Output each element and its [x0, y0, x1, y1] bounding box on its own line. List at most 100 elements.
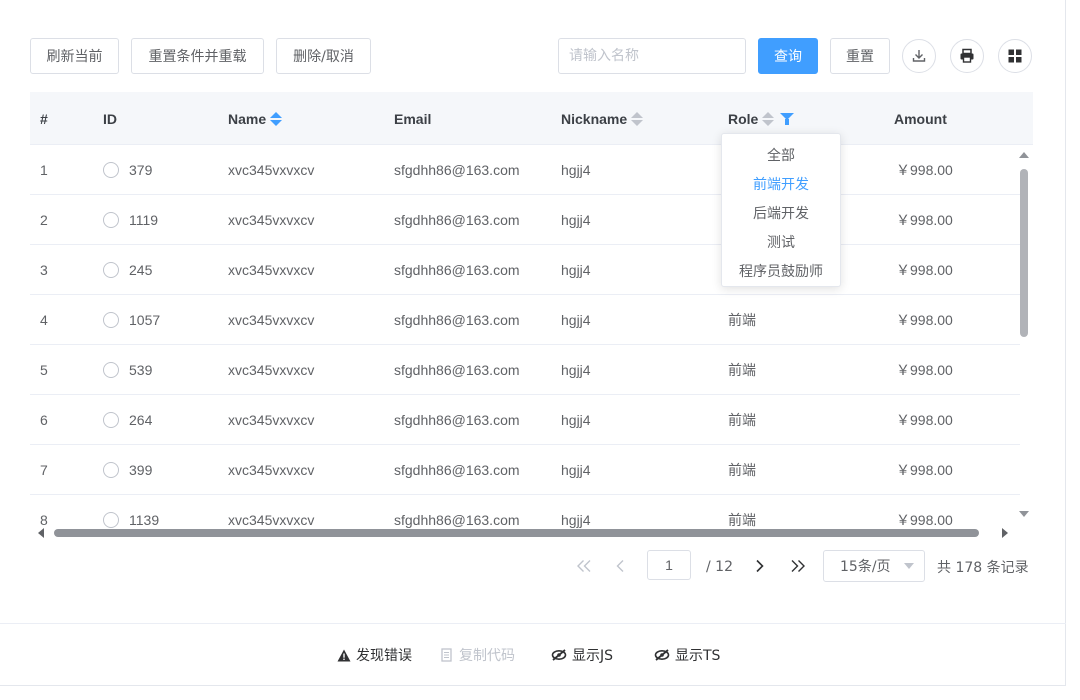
sort-icon[interactable] [762, 111, 775, 126]
vertical-scrollbar[interactable] [1015, 145, 1029, 530]
last-page-button[interactable] [788, 552, 808, 580]
cell-name-text: xvc345vxvxcv [228, 412, 315, 428]
cell-name-text: xvc345vxvxcv [228, 362, 315, 378]
sort-icon[interactable] [631, 111, 644, 126]
cell-amount: ￥998.00 [896, 445, 953, 495]
scroll-right-icon[interactable] [1002, 528, 1008, 538]
cell-nickname-text: hgjj4 [561, 212, 591, 228]
table-row[interactable]: 1 379 xvc345vxvxcv sfgdhh86@163.com hgjj4 ￥99… [30, 145, 1020, 195]
print-button[interactable] [950, 39, 984, 73]
scroll-down-icon[interactable] [1019, 511, 1029, 517]
query-button[interactable]: 查询 [758, 38, 818, 74]
page-size-value: 15条/页 [840, 559, 891, 575]
table-row[interactable]: 5 539 xvc345vxvxcv sfgdhh86@163.com hgjj4 前端 ￥… [30, 345, 1020, 395]
filter-option-test[interactable]: 测试 [722, 227, 840, 256]
chevron-left-icon [616, 560, 624, 572]
cell-email-text: sfgdhh86@163.com [394, 312, 520, 328]
role-filter-dropdown: 全部 前端开发 后端开发 测试 程序员鼓励师 [721, 133, 841, 287]
cell-nickname-text: hgjj4 [561, 262, 591, 278]
filter-option-frontend[interactable]: 前端开发 [722, 169, 840, 198]
table-row[interactable]: 4 1057 xvc345vxvxcv sfgdhh86@163.com hgjj4 前端… [30, 295, 1020, 345]
eye-slash-icon [654, 649, 670, 661]
download-button[interactable] [902, 39, 936, 73]
cell-id: 399 [103, 445, 152, 495]
row-radio[interactable] [103, 462, 119, 478]
filter-icon[interactable] [780, 112, 795, 125]
next-page-button[interactable] [752, 552, 768, 580]
show-js-link[interactable]: 显示JS [551, 644, 613, 666]
page-number-input[interactable] [647, 550, 691, 580]
cell-email-text: sfgdhh86@163.com [394, 262, 520, 278]
table-row[interactable]: 2 1119 xvc345vxvxcv sfgdhh86@163.com hgjj4 ￥9… [30, 195, 1020, 245]
cell-id-text: 1057 [129, 312, 161, 328]
cell-id-text: 1119 [129, 212, 159, 228]
report-error-link[interactable]: 发现错误 [337, 644, 412, 666]
cell-amount: ￥998.00 [896, 195, 953, 245]
filter-option-motivator[interactable]: 程序员鼓励师 [722, 256, 840, 285]
cell-name-text: xvc345vxvxcv [228, 162, 315, 178]
show-ts-link[interactable]: 显示TS [654, 644, 720, 666]
row-radio[interactable] [103, 262, 119, 278]
search-input[interactable] [558, 38, 746, 74]
filter-option-all[interactable]: 全部 [722, 140, 840, 169]
print-icon [960, 48, 974, 63]
copy-icon [441, 648, 452, 662]
cell-email-text: sfgdhh86@163.com [394, 512, 520, 528]
table-row[interactable]: 6 264 xvc345vxvxcv sfgdhh86@163.com hgjj4 前端 ￥… [30, 395, 1020, 445]
scroll-left-icon[interactable] [38, 528, 44, 538]
horizontal-scroll-thumb[interactable] [54, 529, 979, 537]
column-header-email: Email [394, 110, 432, 127]
row-radio[interactable] [103, 362, 119, 378]
reset-button[interactable]: 重置 [830, 38, 890, 74]
table-body: 1 379 xvc345vxvxcv sfgdhh86@163.com hgjj4 ￥99… [30, 145, 1020, 542]
double-chevron-left-icon [577, 560, 591, 572]
cell-index: 6 [40, 395, 48, 445]
horizontal-scrollbar[interactable] [32, 527, 1014, 539]
delete-cancel-button[interactable]: 删除/取消 [276, 38, 371, 74]
page-size-select[interactable]: 15条/页 [823, 550, 925, 582]
cell-id: 264 [103, 395, 152, 445]
cell-nickname-text: hgjj4 [561, 462, 591, 478]
cell-nickname-text: hgjj4 [561, 162, 591, 178]
copy-code-link[interactable]: 复制代码 [441, 644, 515, 666]
filter-option-backend[interactable]: 后端开发 [722, 198, 840, 227]
cell-nickname: hgjj4 [561, 195, 591, 245]
cell-amount-text: ￥998.00 [896, 212, 953, 228]
first-page-button[interactable] [574, 552, 594, 580]
cell-role-text: 前端 [728, 412, 756, 428]
cell-name-text: xvc345vxvxcv [228, 262, 315, 278]
cell-nickname: hgjj4 [561, 395, 591, 445]
cell-id-text: 245 [129, 262, 153, 278]
cell-name: xvc345vxvxcv [228, 295, 314, 345]
cell-amount: ￥998.00 [896, 245, 953, 295]
row-radio[interactable] [103, 212, 119, 228]
column-header-name[interactable]: Name [228, 92, 283, 145]
table-row[interactable]: 3 245 xvc345vxvxcv sfgdhh86@163.com hgjj4 ￥99… [30, 245, 1020, 295]
refresh-button[interactable]: 刷新当前 [30, 38, 119, 74]
vertical-scroll-thumb[interactable] [1020, 169, 1028, 337]
scroll-up-icon[interactable] [1019, 152, 1029, 158]
cell-nickname-text: hgjj4 [561, 312, 591, 328]
table-row[interactable]: 7 399 xvc345vxvxcv sfgdhh86@163.com hgjj4 前端 ￥… [30, 445, 1020, 495]
cell-nickname: hgjj4 [561, 245, 591, 295]
cell-id: 1057 [103, 295, 160, 345]
row-radio[interactable] [103, 312, 119, 328]
row-radio[interactable] [103, 162, 119, 178]
cell-name-text: xvc345vxvxcv [228, 512, 315, 528]
cell-name: xvc345vxvxcv [228, 195, 314, 245]
sort-icon[interactable] [270, 111, 283, 126]
warning-icon [337, 649, 351, 661]
cell-id-text: 379 [129, 162, 153, 178]
columns-button[interactable] [998, 39, 1032, 73]
cell-role: 前端 [728, 395, 756, 445]
cell-index-text: 5 [40, 362, 48, 378]
row-radio[interactable] [103, 512, 119, 528]
prev-page-button[interactable] [612, 552, 628, 580]
cell-name: xvc345vxvxcv [228, 445, 314, 495]
reset-reload-button[interactable]: 重置条件并重载 [131, 38, 264, 74]
cell-email-text: sfgdhh86@163.com [394, 162, 520, 178]
cell-role: 前端 [728, 295, 756, 345]
column-header-nickname[interactable]: Nickname [561, 92, 644, 145]
row-radio[interactable] [103, 412, 119, 428]
cell-id: 379 [103, 145, 152, 195]
